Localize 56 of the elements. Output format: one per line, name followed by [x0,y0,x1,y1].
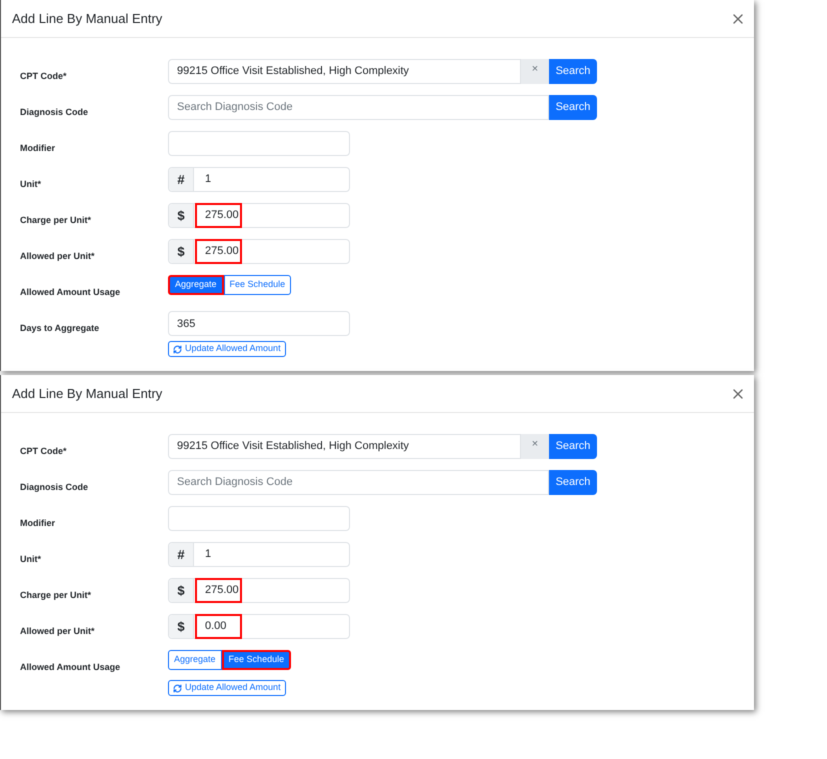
input-value: 275.00 [195,203,242,228]
clear-button[interactable]: × [521,59,549,84]
input-field[interactable]: # 1 [168,542,350,567]
toggle-option[interactable]: Fee Schedule [222,650,292,670]
input-value: 275.00 [195,239,242,264]
input-field[interactable]: $ 275.00 [168,239,350,264]
input-prefix: $ [169,240,194,263]
update-button[interactable]: Update Allowed Amount [168,680,286,696]
field-label: CPT Code* [20,446,67,456]
field-label: Charge per Unit* [20,215,92,225]
toggle-option[interactable]: Aggregate [168,650,222,670]
input-value: 1 [204,172,212,188]
field-label: Diagnosis Code [20,107,88,117]
search-field[interactable]: 99215 Office Visit Established, High Complexity [168,59,521,84]
field-label: CPT Code* [20,71,67,81]
input-value: 0.00 [195,614,242,639]
search-button[interactable]: Search [549,59,597,84]
field-label: Allowed Amount Usage [20,662,120,672]
clear-button[interactable]: × [521,434,549,459]
field-label: Allowed per Unit* [20,626,95,636]
dialog-title: Add Line By Manual Entry [12,10,162,28]
search-button[interactable]: Search [549,95,597,120]
field-label: Allowed Amount Usage [20,287,120,297]
toggle-option[interactable]: Fee Schedule [224,275,292,295]
input-field[interactable]: 365 [168,311,350,336]
field-label: Modifier [20,143,55,153]
input-field[interactable] [168,131,350,156]
refresh-icon [173,684,182,692]
input-prefix: $ [169,579,194,602]
field-label: Unit* [20,179,41,189]
input-value: 1 [204,547,212,562]
field-label: Modifier [20,518,55,528]
input-prefix: $ [169,615,194,638]
input-field[interactable] [168,506,350,531]
refresh-icon [173,344,182,354]
input-field[interactable]: $ 275.00 [168,578,350,603]
input-field[interactable]: $ 275.00 [168,203,350,228]
input-prefix: # [169,543,194,566]
update-button[interactable]: Update Allowed Amount [168,341,286,357]
toggle-option[interactable]: Aggregate [168,275,224,295]
search-field[interactable]: 99215 Office Visit Established, High Complexity [168,434,521,459]
field-label: Days to Aggregate [20,323,100,333]
input-field[interactable]: # 1 [168,167,350,192]
field-label: Allowed per Unit* [20,251,95,261]
input-field[interactable]: $ 0.00 [168,614,350,639]
field-label: Charge per Unit* [20,590,92,600]
search-field[interactable]: Search Diagnosis Code [168,95,549,120]
field-label: Unit* [20,554,41,564]
input-prefix: # [169,168,194,191]
field-label: Diagnosis Code [20,482,88,492]
search-button[interactable]: Search [549,470,597,495]
search-field[interactable]: Search Diagnosis Code [168,470,549,495]
search-button[interactable]: Search [549,434,597,459]
input-prefix: $ [169,204,194,227]
input-value: 275.00 [195,578,242,603]
dialog-title: Add Line By Manual Entry [12,384,162,403]
